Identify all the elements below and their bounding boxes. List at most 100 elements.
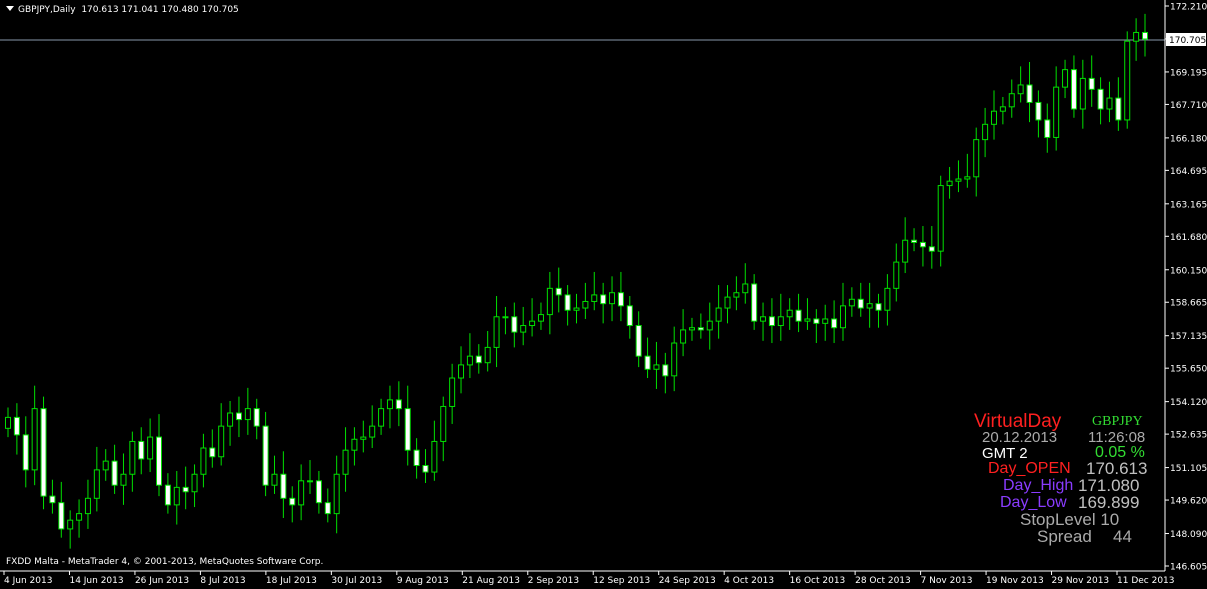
candle xyxy=(777,293,784,341)
candle-body xyxy=(866,303,873,309)
candle xyxy=(40,396,47,510)
candle-body xyxy=(182,486,189,493)
candle xyxy=(706,302,713,350)
triangle-down-icon[interactable] xyxy=(6,6,14,11)
candle-body xyxy=(200,447,207,475)
candle xyxy=(475,344,482,374)
candle-body xyxy=(466,355,473,366)
candle xyxy=(600,282,607,324)
candle-body xyxy=(1053,86,1060,138)
candle-body xyxy=(990,110,997,125)
candle xyxy=(147,418,154,473)
candle xyxy=(582,282,589,319)
candle xyxy=(1017,66,1024,103)
candle-body xyxy=(502,316,509,319)
candle xyxy=(973,127,980,197)
candle xyxy=(1079,59,1086,129)
y-tick-label: 155.650 xyxy=(1170,365,1207,375)
candle-body xyxy=(697,327,704,331)
candle-body xyxy=(715,307,722,322)
stoplevel-text: StopLevel 10 xyxy=(1020,510,1120,529)
candle xyxy=(458,346,465,394)
candle xyxy=(715,285,722,339)
candle-body xyxy=(1133,31,1140,42)
candle-body xyxy=(644,355,651,370)
candle xyxy=(466,333,473,379)
x-tick-label: 8 Jul 2013 xyxy=(200,576,245,586)
candle xyxy=(644,337,651,379)
candle xyxy=(84,479,91,529)
y-tick-label: 151.105 xyxy=(1170,464,1207,474)
candle xyxy=(67,510,74,549)
candle xyxy=(697,313,704,339)
x-tick-label: 30 Jul 2013 xyxy=(331,576,382,586)
candle-body xyxy=(156,436,163,486)
candle-body xyxy=(280,473,287,499)
candle-body xyxy=(706,320,713,331)
candle-body xyxy=(271,473,278,486)
candle-body xyxy=(573,307,580,311)
candle-body xyxy=(653,364,660,370)
candle xyxy=(93,446,100,512)
candle xyxy=(289,486,296,523)
candle xyxy=(804,298,811,330)
y-tick-label: 161.680 xyxy=(1170,233,1207,243)
y-tick-label: 152.635 xyxy=(1170,431,1207,441)
candle-body xyxy=(919,241,926,248)
candle-body xyxy=(724,296,731,309)
candle-body xyxy=(1008,93,1015,108)
candle xyxy=(262,411,269,497)
candle-body xyxy=(475,355,482,364)
candle-body xyxy=(760,316,767,322)
x-tick-label: 12 Sep 2013 xyxy=(593,576,650,586)
candle xyxy=(1124,31,1131,129)
y-tick-label: 158.665 xyxy=(1170,299,1207,309)
candle-body xyxy=(937,185,944,252)
candle-body xyxy=(76,513,83,521)
candle xyxy=(307,460,314,494)
y-tick-label: 167.710 xyxy=(1170,101,1207,111)
symbol-timeframe: GBPJPY,Daily xyxy=(18,5,76,15)
candle-body xyxy=(617,292,624,307)
candle-body xyxy=(209,447,216,458)
y-tick-label: 160.150 xyxy=(1170,266,1207,276)
candle xyxy=(1026,61,1033,123)
candle xyxy=(609,276,616,322)
candle xyxy=(635,311,642,368)
candle xyxy=(1088,55,1095,107)
candle xyxy=(546,271,553,335)
candle xyxy=(369,405,376,449)
candle xyxy=(378,398,385,435)
candle xyxy=(671,326,678,392)
candle-body xyxy=(440,405,447,442)
candle-body xyxy=(1044,119,1051,138)
spread-value: 44 xyxy=(1113,527,1132,546)
indicator-symbol: GBPJPY xyxy=(1092,414,1143,429)
x-tick-label: 11 Dec 2013 xyxy=(1117,576,1175,586)
candle-body xyxy=(173,486,180,506)
candle-body xyxy=(227,412,234,427)
candle xyxy=(822,304,829,341)
candle xyxy=(484,330,491,372)
candle-body xyxy=(120,473,127,486)
candle-body xyxy=(1017,84,1024,95)
day-open-label: Day_OPEN xyxy=(988,460,1071,477)
candle xyxy=(688,317,695,341)
candle-body xyxy=(31,408,38,471)
candle-body xyxy=(67,519,74,530)
candle-body xyxy=(839,305,846,329)
candle xyxy=(333,455,340,534)
x-tick-label: 19 Nov 2013 xyxy=(986,576,1044,586)
candle xyxy=(1133,18,1140,61)
candle-body xyxy=(680,329,687,344)
candle xyxy=(502,306,509,335)
candle-body xyxy=(804,318,811,322)
candle-body xyxy=(235,412,242,421)
candle-body xyxy=(999,106,1006,112)
candle xyxy=(662,352,669,394)
spread-label: Spread xyxy=(1037,527,1092,546)
candle-body xyxy=(333,473,340,515)
candle xyxy=(902,217,909,274)
y-tick-label: 163.165 xyxy=(1170,200,1207,210)
candle-body xyxy=(1026,84,1033,103)
